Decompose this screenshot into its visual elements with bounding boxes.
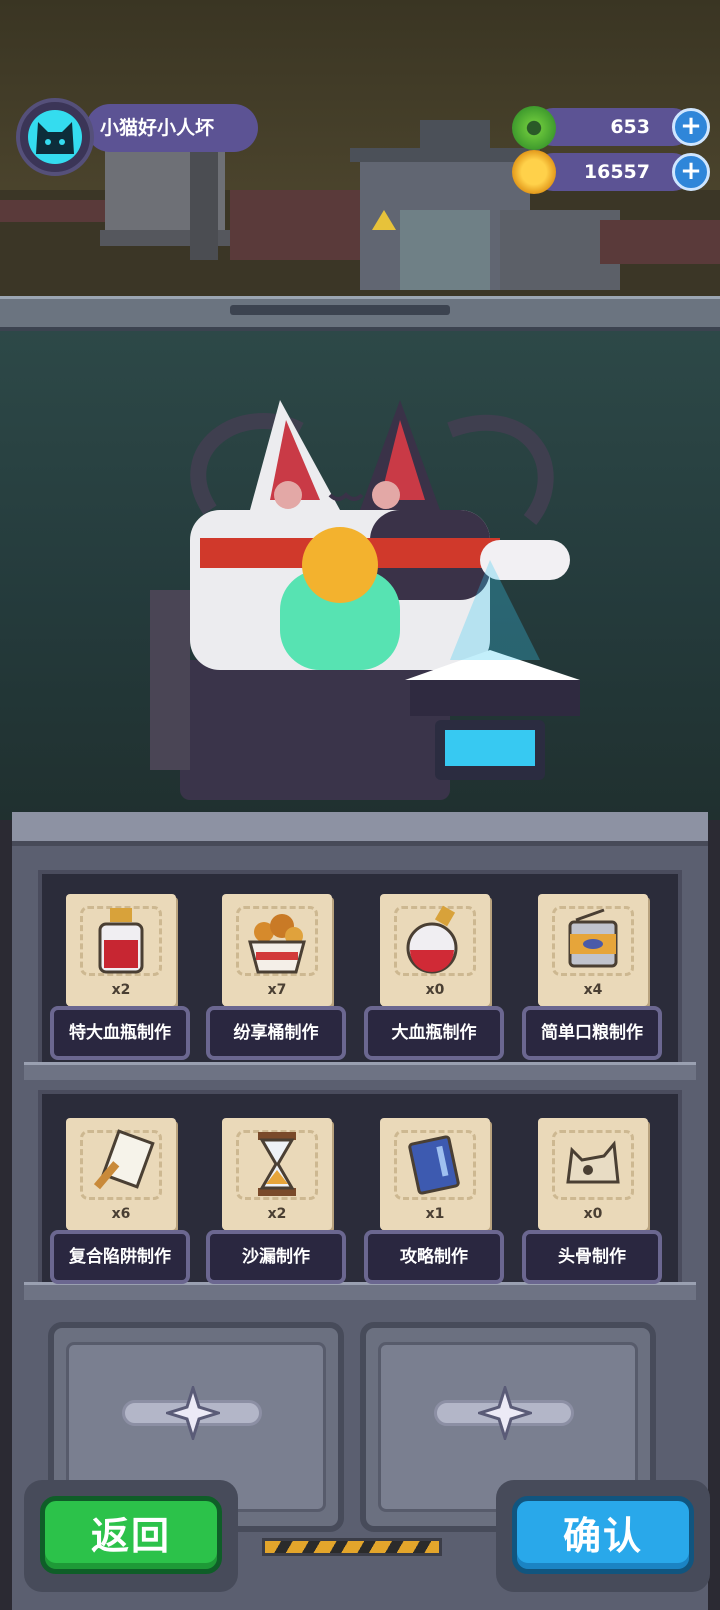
craft-button[interactable]: 复合陷阱制作 xyxy=(50,1230,190,1284)
trap-scroll-icon xyxy=(93,1129,155,1190)
craft-button[interactable]: 头骨制作 xyxy=(522,1230,662,1284)
craft-item-guide-book[interactable]: x1 攻略制作 xyxy=(364,1118,504,1284)
item-quantity: x4 xyxy=(583,982,603,998)
item-quantity: x0 xyxy=(583,1206,603,1222)
craft-item-large-potion[interactable]: x2 特大血瓶制作 xyxy=(50,894,190,1060)
confirm-button[interactable]: 确认 xyxy=(512,1496,694,1574)
donut-currency-display: 653 xyxy=(534,108,692,146)
craft-button[interactable]: 特大血瓶制作 xyxy=(50,1006,190,1060)
potion-flask-icon xyxy=(406,905,458,974)
food-can-icon xyxy=(568,908,618,968)
top-rail xyxy=(0,296,720,331)
large-potion-bottle-icon xyxy=(98,908,144,974)
craft-item-potion-flask[interactable]: x0 大血瓶制作 xyxy=(364,894,504,1060)
coin-currency-value: 16557 xyxy=(583,161,650,183)
item-card: x0 xyxy=(380,894,490,1006)
shelf-ledge-2 xyxy=(24,1282,696,1300)
craft-item-food-can[interactable]: x4 简单口粮制作 xyxy=(522,894,662,1060)
item-quantity: x2 xyxy=(267,1206,287,1222)
player-name-plate[interactable]: 小猫好小人坏 xyxy=(86,104,258,152)
craft-item-bucket-meal[interactable]: x7 纷享桶制作 xyxy=(206,894,346,1060)
hazard-stripe xyxy=(262,1538,442,1556)
item-quantity: x6 xyxy=(111,1206,131,1222)
back-button[interactable]: 返回 xyxy=(40,1496,222,1574)
skull-icon xyxy=(566,1140,620,1184)
panel-top-edge xyxy=(12,812,708,846)
player-avatar[interactable] xyxy=(16,98,94,176)
item-card: x2 xyxy=(66,894,176,1006)
player-name: 小猫好小人坏 xyxy=(100,117,215,139)
item-quantity: x2 xyxy=(111,982,131,998)
item-card: x0 xyxy=(538,1118,648,1230)
item-card: x2 xyxy=(222,1118,332,1230)
item-quantity: x7 xyxy=(267,982,287,998)
craft-item-hourglass[interactable]: x2 沙漏制作 xyxy=(206,1118,346,1284)
sparkle-icon xyxy=(478,1386,532,1440)
donut-currency-value: 653 xyxy=(610,116,650,138)
coin-currency-display: 16557 xyxy=(534,153,692,191)
cat-crafting-machine xyxy=(150,400,580,800)
bucket-meal-icon xyxy=(248,914,306,974)
guide-book-icon xyxy=(408,1135,460,1195)
craft-button[interactable]: 大血瓶制作 xyxy=(364,1006,504,1060)
cat-face-icon xyxy=(28,110,82,164)
sparkle-icon xyxy=(166,1386,220,1440)
craft-button[interactable]: 攻略制作 xyxy=(364,1230,504,1284)
craft-item-skull[interactable]: x0 头骨制作 xyxy=(522,1118,662,1284)
gold-coin-icon xyxy=(512,150,556,194)
craft-item-trap[interactable]: x6 复合陷阱制作 xyxy=(50,1118,190,1284)
craft-button[interactable]: 沙漏制作 xyxy=(206,1230,346,1284)
craft-button[interactable]: 简单口粮制作 xyxy=(522,1006,662,1060)
item-card: x1 xyxy=(380,1118,490,1230)
item-card: x7 xyxy=(222,894,332,1006)
add-coin-button[interactable]: + xyxy=(672,153,710,191)
green-donut-icon xyxy=(512,106,556,150)
item-quantity: x0 xyxy=(425,982,445,998)
shelf-ledge-1 xyxy=(24,1062,696,1080)
add-donut-button[interactable]: + xyxy=(672,108,710,146)
item-card: x4 xyxy=(538,894,648,1006)
hourglass-icon xyxy=(258,1132,296,1196)
item-quantity: x1 xyxy=(425,1206,445,1222)
item-card: x6 xyxy=(66,1118,176,1230)
craft-button[interactable]: 纷享桶制作 xyxy=(206,1006,346,1060)
